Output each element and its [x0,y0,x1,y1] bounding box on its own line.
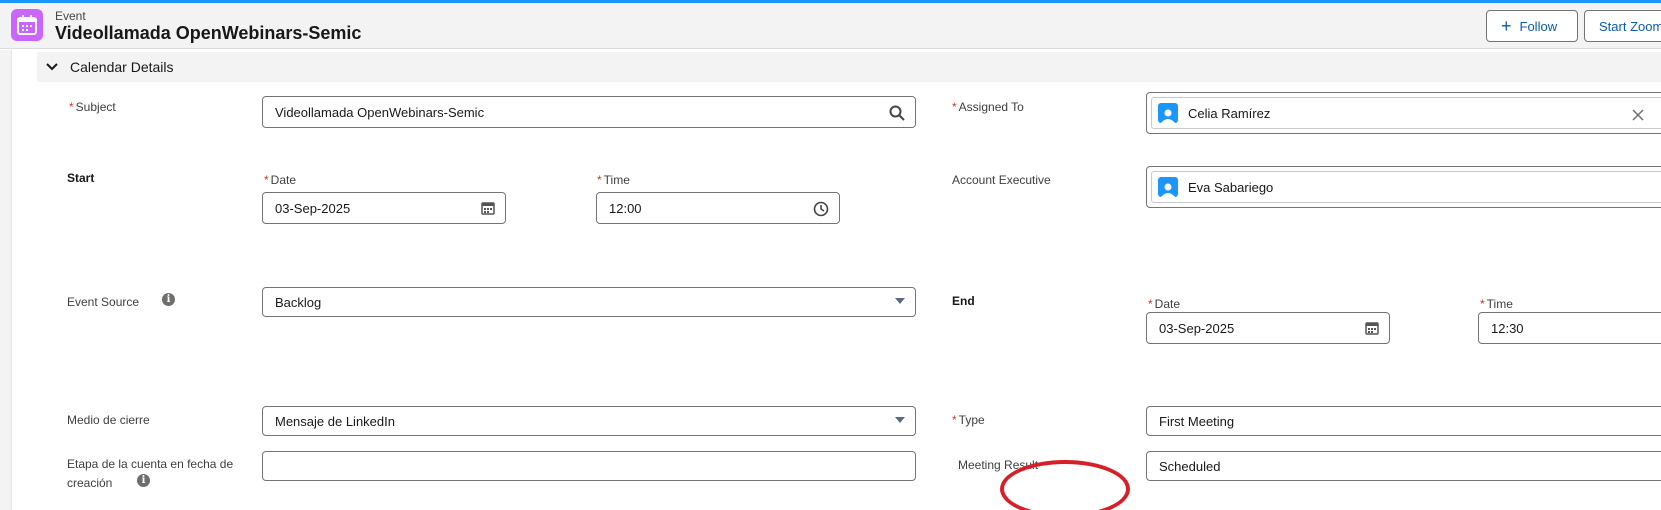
section-toggle-calendar-details[interactable]: Calendar Details [37,52,1661,82]
chevron-down-icon [46,63,58,71]
type-value: First Meeting [1159,413,1235,429]
etapa-cuenta-label-line2: creación [67,476,113,490]
medio-de-cierre-select[interactable]: Mensaje de LinkedIn [262,406,916,436]
close-icon[interactable] [1632,109,1644,121]
event-source-value: Backlog [275,294,322,310]
follow-button-label: Follow [1519,18,1558,34]
etapa-cuenta-label-line1: Etapa de la cuenta en fecha de [67,457,234,471]
end-label: End [952,294,975,308]
calendar-icon [11,9,43,41]
account-executive-lookup[interactable]: Eva Sabariego [1146,166,1661,208]
start-date-label: * Date [264,173,297,187]
type-select[interactable]: First Meeting [1146,406,1661,436]
event-source-select[interactable]: Backlog [262,287,916,317]
content-left-border [0,50,12,510]
meeting-result-select[interactable]: Scheduled [1146,451,1661,481]
start-time-input[interactable]: 12:00 [596,192,840,224]
required-mark: * [597,173,602,187]
start-zoom-button[interactable]: Start Zoom [1584,10,1661,42]
end-time-value: 12:30 [1491,320,1524,336]
assigned-to-pill: Celia Ramírez [1151,97,1661,129]
assigned-to-value: Celia Ramírez [1188,105,1271,121]
record-header: Event Videollamada OpenWebinars-Semic + … [0,3,1661,49]
start-time-value: 12:00 [609,200,642,216]
start-date-input[interactable]: 03-Sep-2025 [262,192,506,224]
plus-icon: + [1501,16,1512,36]
end-date-label: * Date [1148,297,1181,311]
info-icon[interactable]: i [137,474,150,487]
account-executive-label: Account Executive [952,173,1051,187]
assigned-to-label: * Assigned To [952,100,1024,114]
required-mark: * [952,413,957,427]
clock-icon[interactable] [813,201,829,217]
calendar-icon[interactable] [1365,321,1379,335]
caret-down-icon [895,417,905,423]
page-title: Videollamada OpenWebinars-Semic [55,23,362,43]
user-icon [1158,103,1178,123]
start-date-value: 03-Sep-2025 [275,200,351,216]
caret-down-icon [895,298,905,304]
info-icon[interactable]: i [162,293,175,306]
user-icon [1158,177,1178,197]
required-mark: * [69,100,74,114]
subject-input[interactable]: Videollamada OpenWebinars-Semic [262,96,916,128]
required-mark: * [1480,297,1485,311]
account-executive-pill: Eva Sabariego [1151,171,1661,203]
assigned-to-lookup[interactable]: Celia Ramírez [1146,92,1661,134]
medio-de-cierre-value: Mensaje de LinkedIn [275,413,395,429]
end-date-input[interactable]: 03-Sep-2025 [1146,312,1390,344]
calendar-icon[interactable] [481,201,495,215]
start-time-label: * Time [597,173,630,187]
subject-label: * Subject [69,100,116,114]
section-title: Calendar Details [70,59,174,75]
required-mark: * [952,100,957,114]
follow-button[interactable]: + Follow [1486,10,1578,42]
meeting-result-value: Scheduled [1159,458,1221,474]
subject-value: Videollamada OpenWebinars-Semic [275,104,485,120]
end-time-label: * Time [1480,297,1513,311]
object-label: Event [55,9,86,23]
end-time-input[interactable]: 12:30 [1478,312,1661,344]
end-date-value: 03-Sep-2025 [1159,320,1235,336]
etapa-cuenta-input[interactable] [262,451,916,481]
required-mark: * [1148,297,1153,311]
required-mark: * [264,173,269,187]
event-source-label: Event Source [67,295,140,309]
type-label: * Type [952,413,985,427]
red-circle-annotation [1000,460,1130,510]
search-icon[interactable] [889,105,905,121]
account-executive-value: Eva Sabariego [1188,179,1274,195]
start-zoom-button-label: Start Zoom [1599,18,1661,34]
medio-de-cierre-label: Medio de cierre [67,413,150,427]
start-label: Start [67,171,95,185]
